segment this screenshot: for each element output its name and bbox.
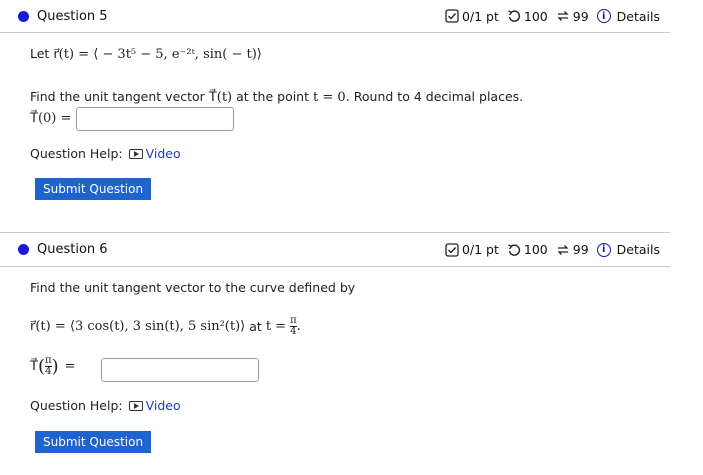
question-prompt: Find the unit tangent vector T⃗(t) at th… bbox=[30, 89, 524, 105]
undo-icon bbox=[507, 243, 521, 257]
vector-function: r⃗(t) = ⟨3 cos(t), 3 sin(t), 5 sin²(t)⟩ bbox=[30, 319, 246, 334]
question-meta: 0/1 pt 100 99 i Details bbox=[445, 0, 660, 32]
checkbox-icon bbox=[445, 242, 459, 257]
submit-question-button[interactable]: Submit Question bbox=[35, 178, 152, 200]
video-link[interactable]: Video bbox=[128, 146, 181, 161]
submit-question-button[interactable]: Submit Question bbox=[35, 431, 152, 453]
question-help: Question Help: Video bbox=[30, 146, 181, 161]
answer-input[interactable] bbox=[101, 358, 259, 382]
info-icon: i bbox=[596, 9, 611, 23]
swap-arrows-icon bbox=[556, 243, 570, 257]
fraction-pi-over-4: π 4 bbox=[44, 355, 52, 377]
question-6: Question 6 0/1 pt 100 99 i Details Find … bbox=[0, 232, 670, 453]
question-title: Question 5 bbox=[37, 8, 108, 24]
undo-icon bbox=[507, 9, 521, 23]
status-dot-icon bbox=[18, 244, 29, 255]
function-definition: Let r⃗(t) = ⟨ − 3t⁵ − 5, e⁻²ᵗ, sin( − t)… bbox=[30, 46, 262, 62]
score-indicator: 0/1 pt bbox=[445, 242, 499, 257]
vector-function: r⃗(t) = ⟨ − 3t⁵ − 5, e⁻²ᵗ, sin( − t)⟩ bbox=[53, 47, 262, 62]
score-indicator: 0/1 pt bbox=[445, 9, 499, 24]
answer-label: T⃗(0) = bbox=[30, 111, 72, 126]
fraction-pi-over-4: π 4 bbox=[290, 315, 297, 337]
swap-arrows-icon bbox=[556, 9, 570, 23]
question-header: Question 5 0/1 pt 100 99 i Details bbox=[0, 0, 670, 33]
question-title: Question 6 bbox=[37, 242, 108, 257]
video-play-icon bbox=[128, 148, 143, 159]
info-icon: i bbox=[596, 242, 611, 257]
details-link[interactable]: i Details bbox=[596, 9, 660, 24]
attempts-indicator: 99 bbox=[556, 9, 589, 24]
question-help: Question Help: Video bbox=[30, 398, 181, 413]
video-link[interactable]: Video bbox=[128, 398, 181, 413]
question-prompt: Find the unit tangent vector to the curv… bbox=[30, 280, 356, 295]
function-definition: r⃗(t) = ⟨3 cos(t), 3 sin(t), 5 sin²(t)⟩ … bbox=[30, 315, 301, 337]
video-play-icon bbox=[128, 400, 143, 411]
attempts-indicator: 99 bbox=[556, 242, 589, 257]
question-meta: 0/1 pt 100 99 i Details bbox=[445, 233, 660, 266]
checkbox-icon bbox=[445, 9, 459, 23]
answer-label: T⃗ ( π 4 ) = bbox=[30, 355, 76, 378]
question-5: Question 5 0/1 pt 100 99 i Details Let r… bbox=[0, 0, 670, 200]
retries-indicator: 100 bbox=[507, 242, 548, 257]
retries-indicator: 100 bbox=[507, 9, 548, 24]
details-link[interactable]: i Details bbox=[596, 242, 660, 257]
question-header: Question 6 0/1 pt 100 99 i Details bbox=[0, 232, 670, 267]
answer-input[interactable] bbox=[76, 107, 234, 131]
status-dot-icon bbox=[18, 10, 29, 22]
